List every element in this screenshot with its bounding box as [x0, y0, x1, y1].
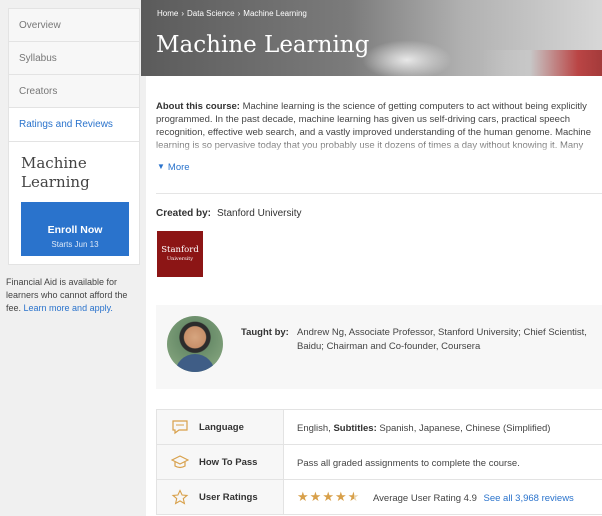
hero-banner: Home › Data Science › Machine Learning Machi…	[141, 0, 602, 76]
chevron-right-icon: ›	[181, 9, 185, 18]
taught-by-label: Taught by:	[241, 327, 289, 338]
created-by-value: Stanford University	[217, 208, 302, 219]
about-fade	[156, 138, 592, 156]
nav-item-syllabus[interactable]: Syllabus	[9, 42, 139, 75]
chevron-right-icon: ›	[237, 9, 241, 18]
enroll-now-button[interactable]: Enroll Now Starts Jun 13	[21, 202, 129, 256]
enroll-card: Machine Learning Enroll Now Starts Jun 1…	[8, 141, 140, 265]
more-toggle[interactable]: ▼ More	[157, 162, 190, 173]
nav-item-overview[interactable]: Overview	[9, 9, 139, 42]
table-row-user-ratings: User Ratings ★★★★★ Average User Rating 4…	[156, 480, 602, 515]
language-label: Language	[199, 422, 244, 433]
graduation-cap-icon	[171, 455, 189, 469]
language-value: English, Subtitles: Spanish, Japanese, C…	[297, 423, 550, 434]
course-info-table: Language English, Subtitles: Spanish, Ja…	[156, 409, 602, 515]
star-half-icon: ★	[347, 489, 361, 504]
star-rating: ★★★★★	[297, 489, 360, 505]
breadcrumb: Home › Data Science › Machine Learning	[157, 9, 307, 18]
taught-by: Taught by: Andrew Ng, Associate Professo…	[241, 326, 591, 352]
how-to-pass-label: How To Pass	[199, 457, 258, 468]
breadcrumb-machine-learning[interactable]: Machine Learning	[243, 9, 307, 18]
table-row-how-to-pass: How To Pass Pass all graded assignments …	[156, 445, 602, 480]
financial-aid-link[interactable]: Learn more and apply.	[24, 303, 113, 313]
financial-aid-note: Financial Aid is available for learners …	[6, 276, 140, 315]
logo-line-2: University	[166, 256, 194, 262]
enroll-start-date: Starts Jun 13	[51, 240, 99, 249]
star-outline-icon	[171, 489, 189, 505]
language-primary: English,	[297, 423, 331, 434]
sidebar: Overview Syllabus Creators Ratings and R…	[0, 0, 146, 516]
nav-item-ratings-and-reviews[interactable]: Ratings and Reviews	[9, 108, 139, 141]
label-cell: User Ratings	[156, 480, 284, 514]
instructor-avatar[interactable]	[167, 316, 223, 372]
label-cell: Language	[156, 410, 284, 444]
chevron-down-icon: ▼	[157, 162, 165, 171]
subtitles-label: Subtitles:	[333, 423, 377, 434]
subtitles-value: Spanish, Japanese, Chinese (Simplified)	[379, 423, 551, 434]
hero-background-shape	[362, 40, 452, 76]
stanford-logo[interactable]: Stanford University	[157, 231, 203, 277]
logo-line-1: Stanford	[161, 245, 199, 255]
breadcrumb-home[interactable]: Home	[157, 9, 178, 18]
breadcrumb-data-science[interactable]: Data Science	[187, 9, 235, 18]
average-rating-text: Average User Rating 4.9	[373, 493, 477, 504]
created-by-label: Created by:	[156, 208, 212, 219]
about-label: About this course:	[156, 101, 240, 112]
star-icon: ★	[334, 489, 348, 504]
see-all-reviews-link[interactable]: See all 3,968 reviews	[484, 493, 574, 504]
created-by: Created by: Stanford University	[156, 208, 302, 219]
average-rating: Average User Rating 4.9 See all 3,968 re…	[373, 493, 574, 504]
table-row-language: Language English, Subtitles: Spanish, Ja…	[156, 410, 602, 445]
user-ratings-label: User Ratings	[199, 492, 258, 503]
label-cell: How To Pass	[156, 445, 284, 479]
speech-bubble-icon	[172, 420, 188, 435]
star-icon: ★	[297, 489, 310, 504]
star-icon: ★	[309, 489, 323, 504]
card-course-title: Machine Learning	[21, 154, 90, 191]
taught-by-value: Andrew Ng, Associate Professor, Stanford…	[297, 327, 587, 352]
divider	[156, 193, 602, 194]
hero-background-shape	[482, 50, 602, 76]
page-title: Machine Learning	[156, 32, 370, 58]
course-nav: Overview Syllabus Creators Ratings and R…	[8, 8, 140, 142]
avatar-shirt	[175, 354, 215, 372]
how-to-pass-value: Pass all graded assignments to complete …	[297, 458, 520, 469]
enroll-label: Enroll Now	[47, 224, 103, 236]
nav-item-creators[interactable]: Creators	[9, 75, 139, 108]
star-icon: ★	[322, 489, 335, 504]
more-label: More	[167, 162, 190, 173]
